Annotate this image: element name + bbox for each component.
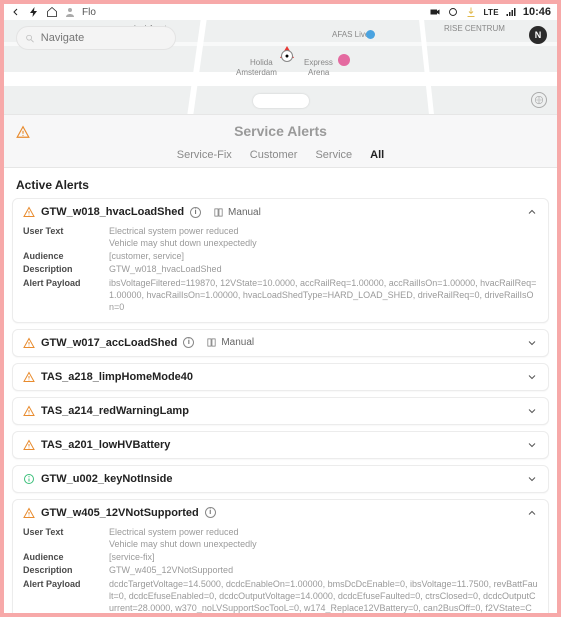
- alert-id: GTW_w405_12VNotSupported: [41, 507, 199, 519]
- alert-id: TAS_a218_limpHomeMode40: [41, 371, 193, 383]
- alert-description: GTW_w018_hvacLoadShed: [109, 263, 538, 275]
- alerts-header: Service Alerts Service-Fix Customer Serv…: [4, 114, 557, 168]
- label-description: Description: [23, 263, 101, 275]
- warning-icon: [23, 405, 35, 417]
- navigate-search[interactable]: [16, 26, 176, 50]
- map-label: Express: [304, 58, 333, 67]
- alert-header-row[interactable]: GTW_w018_hvacLoadShed i Manual: [13, 199, 548, 225]
- warning-icon: [23, 206, 35, 218]
- poi-pin[interactable]: [366, 30, 375, 39]
- alert-header-row[interactable]: GTW_w405_12VNotSupported i: [13, 500, 548, 526]
- map-label: AFAS Live: [332, 30, 369, 39]
- label-user-text: User Text: [23, 526, 101, 550]
- map-bottom-pill[interactable]: [253, 94, 309, 108]
- circle-icon[interactable]: [447, 6, 459, 18]
- label-payload: Alert Payload: [23, 277, 101, 313]
- chevron-down-icon: [526, 439, 538, 451]
- alert-detail: User Text Electrical system power reduced…: [13, 526, 548, 617]
- alert-id: GTW_w018_hvacLoadShed: [41, 206, 184, 218]
- status-bar: Flo LTE 10:46: [4, 4, 557, 20]
- alert-id: GTW_w017_accLoadShed: [41, 337, 177, 349]
- map-label: Holida: [250, 58, 273, 67]
- tab-service-fix[interactable]: Service-Fix: [177, 149, 232, 161]
- manual-link[interactable]: Manual: [206, 337, 254, 348]
- alert-audience: [customer, service]: [109, 250, 538, 262]
- map-label: Arena: [308, 68, 329, 77]
- warning-icon: [23, 439, 35, 451]
- tab-service[interactable]: Service: [315, 149, 352, 161]
- alert-user-text: Electrical system power reducedVehicle m…: [109, 526, 538, 550]
- navigate-input[interactable]: [41, 32, 167, 44]
- chevron-up-icon: [526, 206, 538, 218]
- book-icon: [206, 337, 217, 348]
- label-audience: Audience: [23, 551, 101, 563]
- label-user-text: User Text: [23, 225, 101, 249]
- chevron-down-icon: [526, 371, 538, 383]
- clock: 10:46: [523, 6, 551, 18]
- map-label: RISE CENTRUM: [444, 24, 505, 33]
- chevron-down-icon: [526, 473, 538, 485]
- alert-card: TAS_a201_lowHVBattery: [12, 431, 549, 459]
- alerts-list: GTW_w018_hvacLoadShediManualUser TextEle…: [4, 198, 557, 617]
- user-name: Flo: [82, 7, 96, 18]
- tab-all[interactable]: All: [370, 149, 384, 161]
- bolt-icon[interactable]: [28, 6, 40, 18]
- chevron-down-icon: [526, 405, 538, 417]
- back-icon[interactable]: [10, 6, 22, 18]
- book-icon: [213, 207, 224, 218]
- compass-button[interactable]: N: [529, 26, 547, 44]
- alert-card: TAS_a214_redWarningLamp: [12, 397, 549, 425]
- info-icon: [23, 473, 35, 485]
- globe-button[interactable]: [531, 92, 547, 108]
- map[interactable]: loekAmst AFAS Live RISE CENTRUM Holida A…: [4, 20, 557, 114]
- alert-card: GTW_u002_keyNotInside: [12, 465, 549, 493]
- home-icon[interactable]: [46, 6, 58, 18]
- alert-id: TAS_a214_redWarningLamp: [41, 405, 189, 417]
- warning-icon: [16, 125, 28, 137]
- alert-id: TAS_a201_lowHVBattery: [41, 439, 170, 451]
- label-audience: Audience: [23, 250, 101, 262]
- alert-header-row[interactable]: GTW_w017_accLoadShed i Manual: [13, 330, 548, 356]
- alert-header-row[interactable]: GTW_u002_keyNotInside: [13, 466, 548, 492]
- alert-description: GTW_w405_12VNotSupported: [109, 564, 538, 576]
- label-payload: Alert Payload: [23, 578, 101, 617]
- download-icon[interactable]: [465, 6, 477, 18]
- alert-card: TAS_a218_limpHomeMode40: [12, 363, 549, 391]
- alert-payload: dcdcTargetVoltage=14.5000, dcdcEnableOn=…: [109, 578, 538, 617]
- tab-customer[interactable]: Customer: [250, 149, 298, 161]
- poi-pin[interactable]: [338, 54, 350, 66]
- alert-card: GTW_w405_12VNotSupported i User Text Electr…: [12, 499, 549, 617]
- search-icon: [25, 33, 35, 44]
- user-icon: [64, 6, 76, 18]
- manual-link[interactable]: Manual: [213, 207, 261, 218]
- alert-header-row[interactable]: TAS_a218_limpHomeMode40: [13, 364, 548, 390]
- info-circle-icon[interactable]: i: [205, 507, 216, 518]
- network-indicator: LTE: [483, 8, 498, 17]
- chevron-up-icon: [526, 507, 538, 519]
- warning-icon: [23, 507, 35, 519]
- map-label: Amsterdam: [236, 68, 277, 77]
- active-alerts-heading: Active Alerts: [4, 168, 557, 198]
- alert-audience: [service-fix]: [109, 551, 538, 563]
- alert-user-text: Electrical system power reducedVehicle m…: [109, 225, 538, 249]
- alert-card: GTW_w017_accLoadShed i Manual: [12, 329, 549, 357]
- label-description: Description: [23, 564, 101, 576]
- warning-icon: [23, 337, 35, 349]
- signal-icon: [505, 6, 517, 18]
- alert-card: GTW_w018_hvacLoadShed i Manual User Text Ele…: [12, 198, 549, 323]
- info-circle-icon[interactable]: i: [183, 337, 194, 348]
- alert-header-row[interactable]: TAS_a201_lowHVBattery: [13, 432, 548, 458]
- alert-detail: User Text Electrical system power reduced…: [13, 225, 548, 322]
- info-circle-icon[interactable]: i: [190, 207, 201, 218]
- vehicle-dot: ●: [281, 50, 293, 62]
- alerts-tabs: Service-Fix Customer Service All: [14, 149, 547, 161]
- alerts-title: Service Alerts: [14, 123, 547, 139]
- camera-icon[interactable]: [429, 6, 441, 18]
- warning-icon: [23, 371, 35, 383]
- alert-header-row[interactable]: TAS_a214_redWarningLamp: [13, 398, 548, 424]
- chevron-down-icon: [526, 337, 538, 349]
- alert-payload: ibsVoltageFiltered=119870, 12VState=10.0…: [109, 277, 538, 313]
- alert-id: GTW_u002_keyNotInside: [41, 473, 172, 485]
